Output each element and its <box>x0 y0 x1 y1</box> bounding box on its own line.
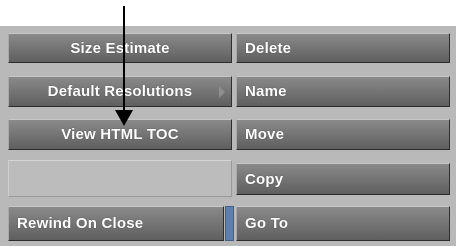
delete-button[interactable]: Delete <box>236 33 450 63</box>
move-label: Move <box>245 126 285 143</box>
default-resolutions-button[interactable]: Default Resolutions <box>8 76 232 107</box>
name-label: Name <box>245 83 287 100</box>
rewind-on-close-indicator <box>225 206 234 241</box>
annotation-pointer-arrow <box>115 110 133 126</box>
menu-panel: Size Estimate Default Resolutions View H… <box>0 26 456 246</box>
view-html-toc-label: View HTML TOC <box>61 126 179 143</box>
go-to-button[interactable]: Go To <box>236 206 450 241</box>
rewind-on-close-label: Rewind On Close <box>17 215 144 232</box>
move-button[interactable]: Move <box>236 119 450 150</box>
go-to-label: Go To <box>245 215 289 232</box>
size-estimate-button[interactable]: Size Estimate <box>8 33 232 63</box>
empty-slot <box>8 160 232 197</box>
default-resolutions-label: Default Resolutions <box>47 83 193 100</box>
copy-label: Copy <box>245 170 284 188</box>
size-estimate-label: Size Estimate <box>70 39 170 57</box>
name-button[interactable]: Name <box>236 76 450 107</box>
rewind-on-close-toggle[interactable]: Rewind On Close <box>8 206 224 241</box>
annotation-pointer-line <box>123 6 125 110</box>
delete-label: Delete <box>245 39 292 57</box>
copy-button[interactable]: Copy <box>236 163 450 195</box>
submenu-arrow-icon <box>219 85 225 98</box>
